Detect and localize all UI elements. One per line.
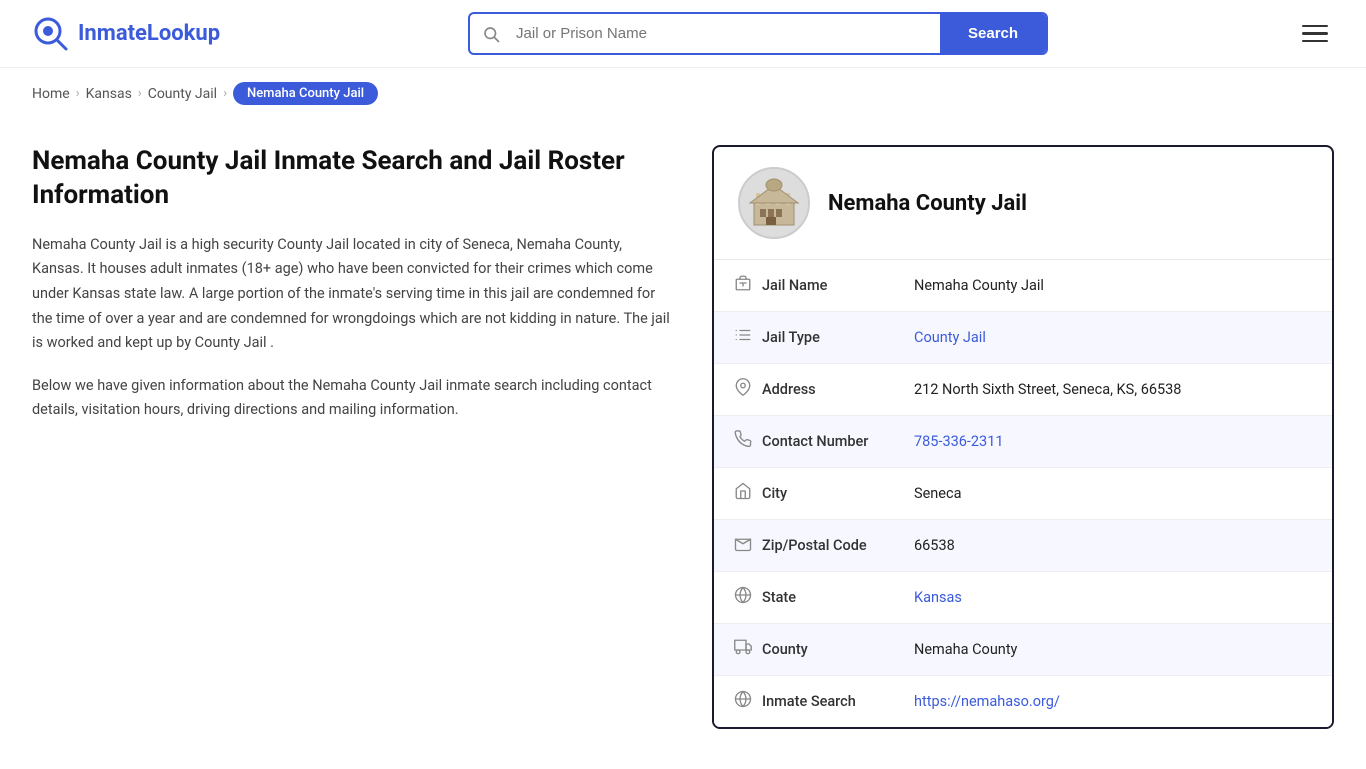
table-label-cell: Jail Name bbox=[714, 260, 894, 312]
row-label: Address bbox=[762, 381, 816, 398]
row-label: Jail Name bbox=[762, 277, 827, 294]
hamburger-line1 bbox=[1302, 25, 1328, 28]
building-icon bbox=[734, 274, 752, 297]
search-input[interactable] bbox=[512, 15, 940, 52]
breadcrumb-home[interactable]: Home bbox=[32, 86, 70, 102]
hamburger-menu[interactable] bbox=[1296, 19, 1334, 49]
table-value-text: Nemaha County bbox=[894, 624, 1332, 676]
table-row: Inmate Search https://nemahaso.org/ bbox=[714, 676, 1332, 728]
table-row: State Kansas bbox=[714, 572, 1332, 624]
row-label: State bbox=[762, 589, 796, 606]
logo-text: InmateLookup bbox=[78, 21, 220, 46]
pin-icon bbox=[734, 378, 752, 401]
sep3: › bbox=[223, 86, 227, 101]
table-value-cell[interactable]: 785-336-2311 bbox=[894, 416, 1332, 468]
table-value-cell[interactable]: https://nemahaso.org/ bbox=[894, 676, 1332, 728]
site-logo[interactable]: InmateLookup bbox=[32, 15, 220, 53]
page-title: Nemaha County Jail Inmate Search and Jai… bbox=[32, 145, 672, 213]
table-label-cell: Contact Number bbox=[714, 416, 894, 468]
right-column: Nemaha County Jail Jail Name Nemaha Count… bbox=[712, 145, 1334, 729]
table-value-link[interactable]: County Jail bbox=[914, 329, 986, 346]
row-label: Inmate Search bbox=[762, 693, 856, 710]
row-label: Jail Type bbox=[762, 329, 820, 346]
jail-card: Nemaha County Jail Jail Name Nemaha Count… bbox=[712, 145, 1334, 729]
hamburger-line3 bbox=[1302, 40, 1328, 43]
phone-icon bbox=[734, 430, 752, 453]
search-button[interactable]: Search bbox=[940, 14, 1046, 53]
table-label-cell: Address bbox=[714, 364, 894, 416]
table-row: Address 212 North Sixth Street, Seneca, K… bbox=[714, 364, 1332, 416]
logo-icon bbox=[32, 15, 70, 53]
site-header: InmateLookup Search bbox=[0, 0, 1366, 68]
table-value-text: 212 North Sixth Street, Seneca, KS, 6653… bbox=[894, 364, 1332, 416]
mail-icon bbox=[734, 534, 752, 557]
row-label: City bbox=[762, 485, 787, 502]
jail-info-table: Jail Name Nemaha County Jail Jail Type Coun… bbox=[714, 260, 1332, 727]
table-label-cell: State bbox=[714, 572, 894, 624]
table-value-text: Nemaha County Jail bbox=[894, 260, 1332, 312]
row-label: County bbox=[762, 641, 808, 658]
table-label-cell: Inmate Search bbox=[714, 676, 894, 728]
table-label-cell: County bbox=[714, 624, 894, 676]
table-row: City Seneca bbox=[714, 468, 1332, 520]
breadcrumb-state[interactable]: Kansas bbox=[86, 86, 132, 102]
jail-card-header: Nemaha County Jail bbox=[714, 147, 1332, 260]
table-row: Zip/Postal Code 66538 bbox=[714, 520, 1332, 572]
city-icon bbox=[734, 482, 752, 505]
table-label-cell: Jail Type bbox=[714, 312, 894, 364]
jail-building-icon bbox=[746, 175, 802, 231]
table-row: Jail Name Nemaha County Jail bbox=[714, 260, 1332, 312]
main-content: Nemaha County Jail Inmate Search and Jai… bbox=[0, 115, 1366, 769]
breadcrumb-current: Nemaha County Jail bbox=[233, 82, 378, 105]
sep2: › bbox=[138, 86, 142, 101]
page-description-2: Below we have given information about th… bbox=[32, 374, 672, 423]
search-icon bbox=[482, 25, 500, 43]
list-icon bbox=[734, 326, 752, 349]
table-value-link[interactable]: Kansas bbox=[914, 589, 962, 606]
sep1: › bbox=[76, 86, 80, 101]
globe-icon bbox=[734, 586, 752, 609]
search-icon-wrap bbox=[470, 25, 512, 43]
page-description-1: Nemaha County Jail is a high security Co… bbox=[32, 233, 672, 356]
table-value-text: 66538 bbox=[894, 520, 1332, 572]
breadcrumb-category[interactable]: County Jail bbox=[148, 86, 217, 102]
search-bar: Search bbox=[468, 12, 1048, 55]
table-label-cell: City bbox=[714, 468, 894, 520]
logo-part1: Inmate bbox=[78, 21, 147, 46]
table-row: Contact Number 785-336-2311 bbox=[714, 416, 1332, 468]
table-row: Jail Type County Jail bbox=[714, 312, 1332, 364]
jail-avatar bbox=[738, 167, 810, 239]
hamburger-line2 bbox=[1302, 32, 1328, 35]
left-column: Nemaha County Jail Inmate Search and Jai… bbox=[32, 145, 672, 729]
table-value-link[interactable]: https://nemahaso.org/ bbox=[914, 693, 1060, 710]
row-label: Contact Number bbox=[762, 433, 868, 450]
search-globe-icon bbox=[734, 690, 752, 713]
table-value-cell[interactable]: Kansas bbox=[894, 572, 1332, 624]
table-value-cell[interactable]: County Jail bbox=[894, 312, 1332, 364]
table-label-cell: Zip/Postal Code bbox=[714, 520, 894, 572]
table-value-text: Seneca bbox=[894, 468, 1332, 520]
jail-card-name: Nemaha County Jail bbox=[828, 191, 1027, 216]
table-row: County Nemaha County bbox=[714, 624, 1332, 676]
table-value-link[interactable]: 785-336-2311 bbox=[914, 433, 1004, 450]
logo-part2: Lookup bbox=[147, 21, 220, 46]
breadcrumb: Home › Kansas › County Jail › Nemaha Cou… bbox=[0, 68, 1366, 115]
county-icon bbox=[734, 638, 752, 661]
row-label: Zip/Postal Code bbox=[762, 537, 867, 554]
